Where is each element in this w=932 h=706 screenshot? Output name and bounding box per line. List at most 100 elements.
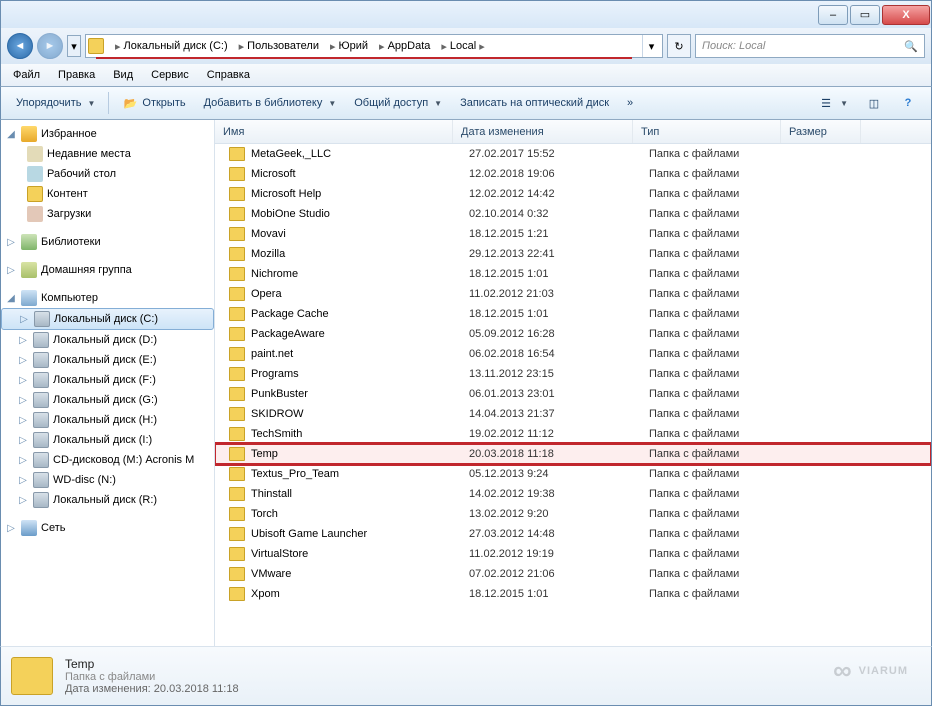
address-dropdown[interactable]: ▾ [642, 35, 660, 57]
folder-icon [229, 467, 245, 481]
folder-icon [229, 527, 245, 541]
tree-drive[interactable]: ▷Локальный диск (D:) [1, 330, 214, 350]
tree-homegroup[interactable]: ▷Домашняя группа [1, 260, 214, 280]
view-icon: ☰ [818, 95, 834, 111]
file-row[interactable]: Thinstall14.02.2012 19:38Папка с файлами [215, 484, 931, 504]
folder-icon [229, 407, 245, 421]
tree-downloads[interactable]: Загрузки [1, 204, 214, 224]
file-row[interactable]: VMware07.02.2012 21:06Папка с файлами [215, 564, 931, 584]
menu-service[interactable]: Сервис [143, 67, 197, 83]
file-row[interactable]: PackageAware05.09.2012 16:28Папка с файл… [215, 324, 931, 344]
open-button[interactable]: 📂Открыть [113, 91, 194, 115]
refresh-button[interactable]: ↻ [667, 34, 691, 58]
star-icon [21, 126, 37, 142]
file-row[interactable]: Microsoft Help12.02.2012 14:42Папка с фа… [215, 184, 931, 204]
tree-drive[interactable]: ▷Локальный диск (C:) [1, 308, 214, 330]
file-row[interactable]: Mozilla29.12.2013 22:41Папка с файлами [215, 244, 931, 264]
add-library-button[interactable]: Добавить в библиотеку▼ [195, 91, 346, 115]
tree-library[interactable]: ▷Библиотеки [1, 232, 214, 252]
tree-drive[interactable]: ▷Локальный диск (I:) [1, 430, 214, 450]
file-row[interactable]: Temp20.03.2018 11:18Папка с файлами [215, 444, 931, 464]
folder-icon [229, 367, 245, 381]
tree-content[interactable]: Контент [1, 184, 214, 204]
folder-icon [229, 327, 245, 341]
folder-icon [229, 427, 245, 441]
file-row[interactable]: Opera11.02.2012 21:03Папка с файлами [215, 284, 931, 304]
crumb-1[interactable]: Пользователи [247, 40, 319, 52]
maximize-button[interactable]: ▭ [850, 5, 880, 25]
menu-edit[interactable]: Правка [50, 67, 103, 83]
col-size[interactable]: Размер [781, 120, 861, 143]
file-row[interactable]: Microsoft12.02.2018 19:06Папка с файлами [215, 164, 931, 184]
menu-view[interactable]: Вид [105, 67, 141, 83]
tree-drive[interactable]: ▷Локальный диск (R:) [1, 490, 214, 510]
downloads-icon [27, 206, 43, 222]
crumb-2[interactable]: Юрий [339, 40, 369, 52]
details-type: Папка с файлами [65, 671, 239, 683]
search-icon: 🔍 [904, 40, 918, 53]
folder-icon [229, 147, 245, 161]
crumb-3[interactable]: AppData [388, 40, 431, 52]
tree-drive[interactable]: ▷Локальный диск (F:) [1, 370, 214, 390]
file-row[interactable]: MobiOne Studio02.10.2014 0:32Папка с фай… [215, 204, 931, 224]
file-row[interactable]: VirtualStore11.02.2012 19:19Папка с файл… [215, 544, 931, 564]
col-date[interactable]: Дата изменения [453, 120, 633, 143]
tree-network[interactable]: ▷Сеть [1, 518, 214, 538]
file-row[interactable]: Nichrome18.12.2015 1:01Папка с файлами [215, 264, 931, 284]
file-row[interactable]: SKIDROW14.04.2013 21:37Папка с файлами [215, 404, 931, 424]
back-button[interactable]: ◄ [7, 33, 33, 59]
file-row[interactable]: Textus_Pro_Team05.12.2013 9:24Папка с фа… [215, 464, 931, 484]
burn-button[interactable]: Записать на оптический диск [451, 91, 618, 115]
titlebar: – ▭ X [0, 0, 932, 28]
tree-desktop[interactable]: Рабочий стол [1, 164, 214, 184]
drive-icon [33, 472, 49, 488]
folder-icon [229, 347, 245, 361]
tree-drive[interactable]: ▷CD-дисковод (M:) Acronis M [1, 450, 214, 470]
forward-button[interactable]: ► [37, 33, 63, 59]
tree-drive[interactable]: ▷Локальный диск (G:) [1, 390, 214, 410]
crumb-0[interactable]: Локальный диск (C:) [124, 40, 228, 52]
menu-help[interactable]: Справка [199, 67, 258, 83]
tree-recent[interactable]: Недавние места [1, 144, 214, 164]
watermark: ∞VIARUM [833, 655, 908, 686]
toolbar-overflow[interactable]: » [618, 91, 642, 115]
search-input[interactable]: Поиск: Local 🔍 [695, 34, 925, 58]
col-type[interactable]: Тип [633, 120, 781, 143]
file-row[interactable]: MetaGeek,_LLC27.02.2017 15:52Папка с фай… [215, 144, 931, 164]
file-row[interactable]: Movavi18.12.2015 1:21Папка с файлами [215, 224, 931, 244]
tree-computer[interactable]: ◢Компьютер [1, 288, 214, 308]
file-row[interactable]: TechSmith19.02.2012 11:12Папка с файлами [215, 424, 931, 444]
tree-favorites[interactable]: ◢Избранное [1, 124, 214, 144]
folder-icon [229, 507, 245, 521]
crumb-4[interactable]: Local [450, 40, 476, 52]
folder-icon [229, 307, 245, 321]
file-row[interactable]: paint.net06.02.2018 16:54Папка с файлами [215, 344, 931, 364]
folder-icon [88, 38, 104, 54]
minimize-button[interactable]: – [818, 5, 848, 25]
network-icon [21, 520, 37, 536]
file-row[interactable]: Xpom18.12.2015 1:01Папка с файлами [215, 584, 931, 604]
history-dropdown[interactable]: ▾ [67, 35, 81, 57]
menubar: Файл Правка Вид Сервис Справка [0, 64, 932, 86]
help-button[interactable]: ? [891, 91, 925, 115]
file-list[interactable]: MetaGeek,_LLC27.02.2017 15:52Папка с фай… [215, 144, 931, 646]
close-button[interactable]: X [882, 5, 930, 25]
library-icon [21, 234, 37, 250]
file-row[interactable]: Programs13.11.2012 23:15Папка с файлами [215, 364, 931, 384]
tree-drive[interactable]: ▷Локальный диск (E:) [1, 350, 214, 370]
tree-drive[interactable]: ▷Локальный диск (H:) [1, 410, 214, 430]
file-row[interactable]: Package Cache18.12.2015 1:01Папка с файл… [215, 304, 931, 324]
file-row[interactable]: PunkBuster06.01.2013 23:01Папка с файлам… [215, 384, 931, 404]
organize-button[interactable]: Упорядочить▼ [7, 91, 104, 115]
menu-file[interactable]: Файл [5, 67, 48, 83]
details-folder-icon [11, 657, 53, 695]
nav-tree[interactable]: ◢Избранное Недавние места Рабочий стол К… [1, 120, 215, 646]
share-button[interactable]: Общий доступ▼ [345, 91, 451, 115]
file-row[interactable]: Torch13.02.2012 9:20Папка с файлами [215, 504, 931, 524]
preview-pane-button[interactable]: ◫ [857, 91, 891, 115]
tree-drive[interactable]: ▷WD-disc (N:) [1, 470, 214, 490]
view-mode-button[interactable]: ☰▼ [809, 91, 857, 115]
address-bar[interactable]: ▸Локальный диск (C:) ▸Пользователи ▸Юрий… [85, 34, 663, 58]
col-name[interactable]: Имя [215, 120, 453, 143]
file-row[interactable]: Ubisoft Game Launcher27.03.2012 14:48Пап… [215, 524, 931, 544]
